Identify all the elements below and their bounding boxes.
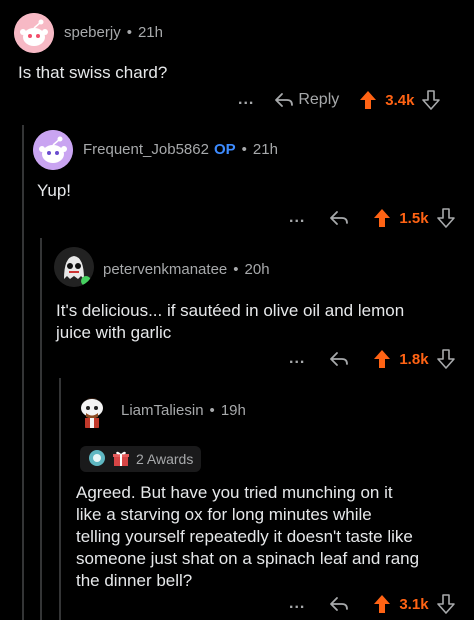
award-gem-icon <box>88 449 106 470</box>
comment-body: It's delicious... if sautéed in olive oi… <box>56 300 461 344</box>
downvote-icon[interactable] <box>422 90 441 110</box>
comment-body-line: It's delicious... if sautéed in olive oi… <box>56 301 405 320</box>
comment-body-line: the dinner bell? <box>76 571 193 590</box>
vote-score: 1.5k <box>399 209 429 227</box>
downvote-icon[interactable] <box>436 208 455 228</box>
vote-score: 1.8k <box>399 350 429 368</box>
reply-icon[interactable] <box>329 595 349 613</box>
username[interactable]: Frequent_Job5862 <box>83 141 209 158</box>
more-options-button[interactable]: ... <box>238 91 254 109</box>
snoo-avatar-icon <box>33 130 73 170</box>
more-options-button[interactable]: ... <box>289 595 305 613</box>
thread-line-level2 <box>40 238 42 620</box>
avatar[interactable] <box>54 247 94 287</box>
comment-body-line: someone just shat on a spinach leaf and … <box>76 549 420 568</box>
avatar[interactable] <box>72 389 112 429</box>
comment-body-line: like a starving ox for long minutes whil… <box>76 505 372 524</box>
timestamp: 21h <box>252 141 278 158</box>
award-gift-icon <box>112 449 130 470</box>
username[interactable]: LiamTaliesin <box>121 402 204 419</box>
ghost-avatar-icon <box>54 247 94 287</box>
separator-dot: • <box>209 402 215 419</box>
avatar[interactable] <box>14 13 54 53</box>
timestamp: 19h <box>220 402 246 419</box>
reply-icon[interactable] <box>329 350 349 368</box>
more-options-button[interactable]: ... <box>289 209 305 227</box>
timestamp: 20h <box>244 261 270 278</box>
upvote-icon[interactable] <box>373 594 391 614</box>
awards-bar[interactable]: 2 Awards <box>80 446 202 472</box>
thread-line-level3 <box>59 378 61 620</box>
avatar[interactable] <box>33 130 73 170</box>
reply-icon[interactable] <box>274 91 294 109</box>
thread-line-level1 <box>22 125 24 620</box>
comment-body-line: Agreed. But have you tried munching on i… <box>76 483 393 502</box>
separator-dot: • <box>126 24 132 41</box>
awards-count: 2 Awards <box>136 451 194 467</box>
comment-body: Yup! <box>37 181 72 200</box>
upvote-icon[interactable] <box>373 208 391 228</box>
comment-body: Is that swiss chard? <box>18 63 168 82</box>
downvote-icon[interactable] <box>436 594 455 614</box>
snoo-avatar-icon <box>14 13 54 53</box>
upvote-icon[interactable] <box>359 90 377 110</box>
upvote-icon[interactable] <box>373 349 391 369</box>
reply-button[interactable]: Reply <box>298 91 339 109</box>
comment-body: Agreed. But have you tried munching on i… <box>76 482 466 592</box>
separator-dot: • <box>241 141 247 158</box>
reply-icon[interactable] <box>329 209 349 227</box>
more-options-button[interactable]: ... <box>289 350 305 368</box>
timestamp: 21h <box>137 24 163 41</box>
comment-body-line: telling yourself repeatedly it doesn't t… <box>76 527 413 546</box>
comment-body-line: juice with garlic <box>56 323 172 342</box>
vote-score: 3.1k <box>399 595 429 613</box>
vote-score: 3.4k <box>385 91 415 109</box>
snoo-custom-avatar-icon <box>72 389 112 429</box>
username[interactable]: speberjy <box>64 24 121 41</box>
downvote-icon[interactable] <box>436 349 455 369</box>
op-badge: OP <box>213 141 236 158</box>
username[interactable]: petervenkmanatee <box>103 261 227 278</box>
separator-dot: • <box>233 261 239 278</box>
